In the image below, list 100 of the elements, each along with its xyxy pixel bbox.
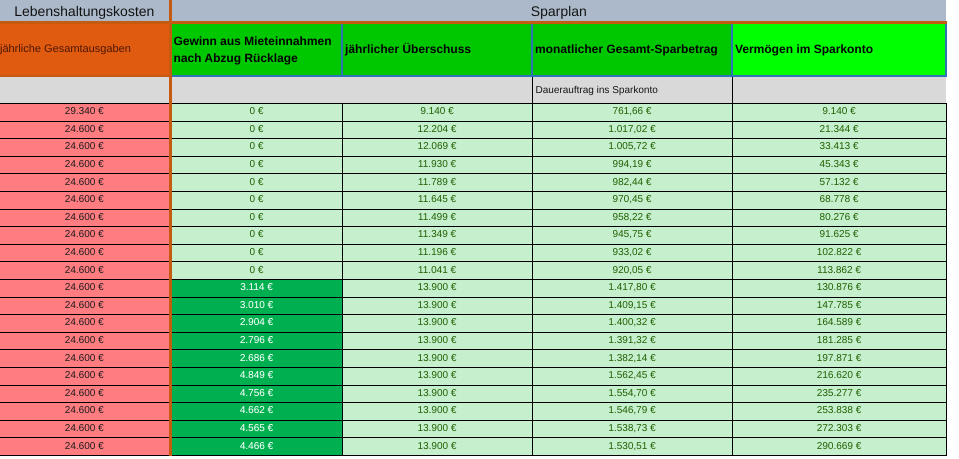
table-cell: 24.600 € [0,297,170,315]
table-cell: 147.785 € [732,297,946,315]
table-cell: 958,22 € [532,209,732,227]
table-cell: 0 € [170,244,342,262]
table-cell: 0 € [170,209,342,227]
table-cell: 24.600 € [0,420,170,438]
table-cell: 13.900 € [342,420,532,438]
table-cell: 11.041 € [342,262,532,280]
table-cell: 3.114 € [170,279,342,298]
table-cell: 945,75 € [532,226,732,244]
table-cell: 197.871 € [732,350,946,368]
table-cell: 1.409,15 € [532,297,732,315]
table-cell: 920,05 € [532,262,732,280]
table-cell: 24.600 € [0,350,170,368]
table-cell: 216.620 € [732,367,946,385]
table-cell: 24.600 € [0,244,170,262]
table-cell: 4.756 € [170,385,342,403]
table-cell: 45.343 € [732,156,946,174]
table-cell: 2.796 € [170,332,342,350]
table-cell: 24.600 € [0,191,170,210]
table-cell: 11.930 € [342,156,532,174]
note-cell: Dauerauftrag ins Sparkonto [532,76,732,104]
table-cell: 11.499 € [342,209,532,227]
table-cell: 24.600 € [0,314,170,332]
table-cell: 24.600 € [0,438,170,456]
table-cell: 4.662 € [170,402,342,420]
table-cell: 0 € [170,121,342,139]
table-cell: 164.589 € [732,314,946,332]
table-cell: 1.562,45 € [532,367,732,385]
table-cell: 24.600 € [0,209,170,227]
table-cell: 1.554,70 € [532,385,732,403]
table-cell: 761,66 € [532,104,732,122]
table-cell: 0 € [170,174,342,192]
table-cell: 0 € [170,104,342,122]
table-cell: 13.900 € [342,402,532,420]
table-cell: 1.530,51 € [532,438,732,456]
table-cell: 2.686 € [170,350,342,368]
table-cell: 24.600 € [0,385,170,403]
table-cell: 13.900 € [342,350,532,368]
table-cell: 970,45 € [532,191,732,210]
column-header: jährliche Gesamtausgaben [0,22,170,76]
table-cell: 290.669 € [732,438,946,456]
column-header: Gewinn aus Mieteinnahmen nach Abzug Rücklage [170,22,342,76]
table-cell: 253.838 € [732,402,946,420]
table-cell: 57.132 € [732,174,946,192]
table-cell: 994,19 € [532,156,732,174]
table-cell: 13.900 € [342,297,532,315]
group-header: Lebenshaltungskosten [0,0,170,22]
table-cell: 4.565 € [170,420,342,438]
table-cell: 24.600 € [0,174,170,192]
table-cell: 235.277 € [732,385,946,403]
table-cell: 933,02 € [532,244,732,262]
table-cell: 4.466 € [170,438,342,456]
group-header: Sparplan [170,0,946,22]
table-cell: 1.005,72 € [532,138,732,156]
table-cell: 9.140 € [342,104,532,122]
column-header: monatlicher Gesamt-Sparbetrag [532,22,732,76]
table-cell: 982,44 € [532,174,732,192]
table-cell: 13.900 € [342,438,532,456]
table-cell: 80.276 € [732,209,946,227]
table-cell: 3.010 € [170,297,342,315]
column-header: Vermögen im Sparkonto [732,22,946,76]
table-cell: 13.900 € [342,367,532,385]
table-cell: 13.900 € [342,279,532,298]
table-cell: 29.340 € [0,104,170,122]
table-cell: 1.417,80 € [532,279,732,298]
table-cell: 11.349 € [342,226,532,244]
table-cell: 2.904 € [170,314,342,332]
table-cell: 0 € [170,138,342,156]
table-cell: 113.862 € [732,262,946,280]
table-cell: 13.900 € [342,314,532,332]
table-cell: 130.876 € [732,279,946,298]
table-cell: 1.538,73 € [532,420,732,438]
column-header: jährlicher Überschuss [342,22,532,76]
table-cell: 91.625 € [732,226,946,244]
table-cell: 13.900 € [342,332,532,350]
table-cell: 0 € [170,191,342,210]
table-cell: 12.204 € [342,121,532,139]
table-cell: 24.600 € [0,332,170,350]
table-cell: 1.546,79 € [532,402,732,420]
table-cell: 21.344 € [732,121,946,139]
table-cell: 24.600 € [0,279,170,298]
table-cell: 12.069 € [342,138,532,156]
table-cell: 1.391,32 € [532,332,732,350]
table-cell: 0 € [170,262,342,280]
table-cell: 181.285 € [732,332,946,350]
table-cell: 13.900 € [342,385,532,403]
table-cell: 11.789 € [342,174,532,192]
table-cell: 272.303 € [732,420,946,438]
table-cell: 0 € [170,156,342,174]
table-cell: 102.822 € [732,244,946,262]
table-cell: 68.778 € [732,191,946,210]
table-cell: 11.196 € [342,244,532,262]
table-cell: 24.600 € [0,121,170,139]
table-cell: 24.600 € [0,226,170,244]
table-cell: 4.849 € [170,367,342,385]
table-cell: 0 € [170,226,342,244]
table-cell: 24.600 € [0,138,170,156]
table-cell: 24.600 € [0,156,170,174]
table-cell: 24.600 € [0,402,170,420]
